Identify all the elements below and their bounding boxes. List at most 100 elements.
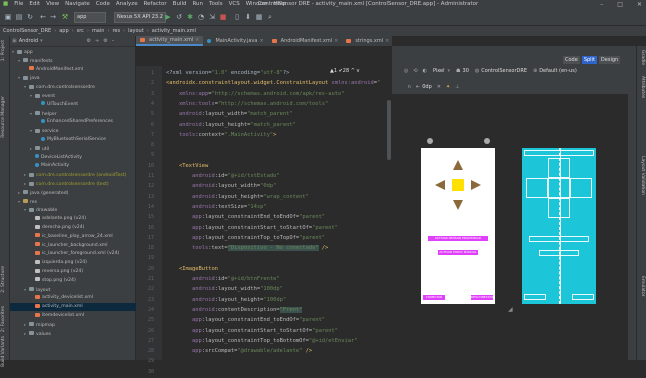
tree-item[interactable]: MainActivity — [10, 162, 155, 170]
tool-tab-gradle[interactable]: Gradle — [638, 50, 645, 65]
tree-item[interactable]: derecha.png (v24) — [10, 224, 155, 232]
forward-icon[interactable]: → — [48, 12, 58, 22]
breadcrumb-item[interactable]: app — [56, 28, 71, 34]
tree-item[interactable]: activity_devicelist.xml — [10, 294, 155, 302]
menu-vcs[interactable]: VCS — [226, 0, 243, 9]
tree-item[interactable]: ▸ mipmap — [10, 321, 149, 329]
close-tab-icon[interactable]: × — [259, 36, 263, 46]
default-margin[interactable]: 0dp — [422, 84, 432, 90]
tree-item[interactable]: ▸ com.dre.controlsensordre (test) — [10, 180, 149, 188]
code-line[interactable]: tools:text="Dispositivo - No conectado" … — [166, 243, 328, 254]
editor-tab[interactable]: activity_main.xml × — [136, 36, 204, 46]
menu-refactor[interactable]: Refactor — [141, 0, 170, 9]
tree-item[interactable]: izquierda.png (v24) — [10, 259, 155, 267]
tree-item[interactable]: adelante.png (v24) — [10, 215, 155, 223]
minimize-button[interactable]: – — [600, 0, 603, 9]
tree-item[interactable]: itemdevicelist.xml — [10, 312, 155, 320]
avd-manager-icon[interactable]: ▯ — [232, 12, 242, 22]
close-window-button[interactable]: ✕ — [637, 0, 642, 9]
search-everywhere-icon[interactable]: ⌕ — [265, 12, 275, 22]
tree-item[interactable]: reversa.png (v24) — [10, 268, 155, 276]
breadcrumb-item[interactable]: activity_main.xml — [149, 28, 199, 34]
tree-item[interactable]: ic_baseline_play_arrow_24.xml — [10, 233, 155, 241]
tree-item[interactable]: ic_launcher_background.xml — [10, 242, 155, 250]
chevron-down-icon[interactable]: ▾ — [40, 38, 43, 44]
tool-tab-layout-validation[interactable]: Layout Validation — [638, 156, 645, 195]
night-mode-icon[interactable]: ◐ — [423, 68, 427, 74]
clear-constraints-icon[interactable]: ✕ — [437, 84, 441, 90]
tool-tab-resource-manager[interactable]: Resource Manager — [1, 96, 8, 138]
tree-item[interactable]: ▾ app — [10, 48, 137, 56]
breadcrumb-item[interactable]: res — [109, 28, 123, 34]
breadcrumb-item[interactable]: main — [89, 28, 108, 34]
theme-selector[interactable]: ControlSensorDRE — [481, 68, 527, 74]
tree-item[interactable]: ▸ util — [10, 145, 155, 153]
menu-navigate[interactable]: Navigate — [62, 0, 93, 9]
mode-design-button[interactable]: Design — [598, 56, 621, 64]
app-icon[interactable]: ■ — [0, 0, 11, 9]
hammer-icon[interactable]: ⚒ — [60, 12, 70, 22]
tree-item[interactable]: ▾ java — [10, 74, 143, 82]
tree-item-selected[interactable]: activity_main.xml — [10, 303, 155, 312]
project-view-combo[interactable]: Android — [19, 38, 38, 44]
editor-tab[interactable]: AndroidManifest.xml × — [268, 36, 343, 46]
infer-constraints-icon[interactable]: ✦ — [446, 84, 450, 90]
code-editor[interactable]: <?xml version="1.0" encoding="utf-8"?> <a… — [162, 66, 392, 360]
debug-icon[interactable]: ✱ — [185, 12, 195, 22]
tree-item[interactable]: ▾ layout — [10, 286, 149, 294]
device-selector[interactable]: Pixel — [433, 68, 445, 74]
phone-preview[interactable]: ACTIVAR SENSOR PROXIMIDAD ACTIVAR MODO M… — [421, 148, 495, 304]
breadcrumb-item[interactable]: ControlSensor_DRE — [0, 28, 54, 34]
gear-icon[interactable]: ⚙ — [87, 38, 91, 44]
menu-file[interactable]: File — [11, 0, 26, 9]
attach-debugger-icon[interactable]: ⇲ — [207, 12, 217, 22]
close-tab-icon[interactable]: × — [385, 36, 389, 46]
structure-icon[interactable]: ▦ — [254, 12, 264, 22]
tree-item[interactable]: ▾ com.dre.controlsensordre — [10, 83, 149, 91]
orientation-icon[interactable]: ⟲ — [413, 68, 417, 74]
palette-icon[interactable]: ◎ — [404, 68, 408, 74]
tree-item[interactable]: ▾ manifests — [10, 57, 143, 65]
close-tab-icon[interactable]: × — [195, 36, 199, 44]
tree-item[interactable]: stop.png (v24) — [10, 277, 155, 285]
activar-manual-button[interactable]: ACTIVAR MODO MANUAL — [438, 250, 478, 255]
tree-item[interactable]: DeviceListActivity — [10, 154, 155, 162]
tree-item[interactable]: ▾ service — [10, 127, 155, 135]
tool-tab-emulator[interactable]: Emulator — [638, 276, 645, 296]
mode-code-button[interactable]: Code — [563, 56, 580, 64]
locale-selector[interactable]: Default (en-us) — [539, 68, 577, 74]
menu-tools[interactable]: Tools — [206, 0, 226, 9]
guidelines-icon[interactable]: ⊥ — [455, 84, 459, 90]
module-combo[interactable]: app — [74, 12, 106, 23]
hide-icon[interactable]: – — [112, 38, 115, 44]
api-selector[interactable]: 30 — [463, 68, 469, 74]
stop-icon[interactable]: ■ — [218, 12, 228, 22]
run-icon[interactable]: ▶ — [163, 12, 173, 22]
breadcrumb-item[interactable]: layout — [125, 28, 147, 34]
back-icon[interactable]: ← — [38, 12, 48, 22]
tool-tab-2-favorites[interactable]: 2: Favorites — [1, 306, 8, 332]
code-line[interactable]: app:srcCompat="@drawable/adelante" /> — [166, 346, 312, 357]
apply-changes-icon[interactable]: ↺ — [174, 12, 184, 22]
tree-item[interactable]: ▾ drawable — [10, 206, 149, 214]
breadcrumb-item[interactable]: src — [74, 28, 87, 34]
menu-view[interactable]: View — [43, 0, 62, 9]
lightbulb-icon[interactable] — [484, 138, 490, 144]
menu-run[interactable]: Run — [189, 0, 206, 9]
magnet-icon[interactable]: ∩ — [407, 84, 411, 90]
tool-tab-build-variants[interactable]: Build Variants — [1, 336, 8, 367]
tree-item[interactable]: ▸ values — [10, 330, 149, 338]
close-tab-icon[interactable]: × — [334, 36, 338, 46]
device-combo[interactable]: Nexus 5X API 23.2 — [114, 12, 166, 23]
sdk-manager-icon[interactable]: ⬇ — [243, 12, 253, 22]
tree-item[interactable]: ▸ com.dre.controlsensordre (androidTest) — [10, 171, 149, 179]
tree-item[interactable]: ic_launcher_foreground.xml (v24) — [10, 250, 155, 258]
tool-tab-1-project[interactable]: 1: Project — [1, 40, 8, 61]
profile-icon[interactable]: ◔ — [196, 12, 206, 22]
save-icon[interactable]: ▤ — [14, 12, 24, 22]
conectar-button[interactable]: CONECTAR — [423, 295, 445, 300]
activar-sensor-button[interactable]: ACTIVAR SENSOR PROXIMIDAD — [428, 236, 488, 241]
mode-split-button[interactable]: Split — [581, 56, 597, 64]
resize-handle-icon[interactable]: ◢ — [508, 306, 514, 313]
tree-item[interactable]: AndroidManifest.xml — [10, 66, 149, 74]
